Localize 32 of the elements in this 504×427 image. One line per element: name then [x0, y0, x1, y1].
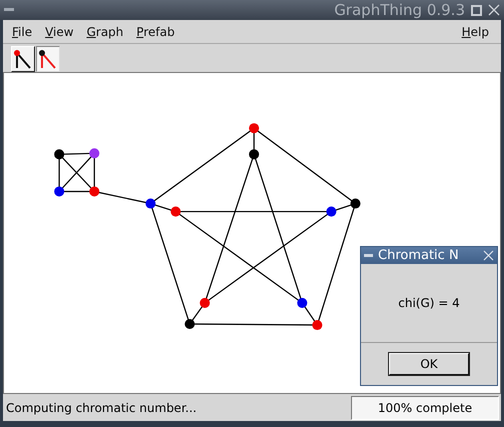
graph-vertex[interactable]	[326, 206, 336, 217]
tool-button[interactable]	[36, 46, 60, 72]
menu-item[interactable]: File	[7, 22, 40, 40]
graph-vertex[interactable]	[312, 320, 322, 330]
graph-vertex[interactable]	[350, 198, 360, 209]
menu-item[interactable]: View	[40, 22, 82, 40]
maximize-icon[interactable]	[471, 4, 482, 16]
ok-button[interactable]: OK	[389, 353, 469, 375]
menu-item[interactable]: Prefab	[131, 22, 183, 40]
minimize-icon[interactable]	[4, 8, 14, 12]
graph-vertex[interactable]	[297, 298, 308, 308]
graph-vertex[interactable]	[89, 186, 100, 196]
graph-vertex[interactable]	[249, 149, 260, 160]
progress-text: 100% complete	[378, 401, 472, 415]
graph-vertex[interactable]	[146, 198, 156, 209]
window-title: GraphThing 0.9.3	[334, 1, 465, 19]
vertex-tool-icon	[14, 49, 32, 69]
graph-vertex[interactable]	[54, 186, 64, 196]
graph-vertex[interactable]	[249, 123, 260, 134]
status-message: Computing chromatic number...	[5, 400, 198, 417]
close-icon[interactable]	[483, 250, 494, 261]
graph-vertex[interactable]	[89, 148, 100, 158]
dialog-message: chi(G) = 4	[398, 296, 460, 310]
graph-vertex[interactable]	[184, 319, 195, 330]
edge-tool-icon	[39, 49, 57, 69]
graph-vertex[interactable]	[200, 298, 210, 308]
dialog-title: Chromatic N	[378, 248, 460, 263]
close-icon[interactable]	[488, 4, 500, 16]
menu-item[interactable]: Graph	[82, 22, 132, 40]
graph-vertex[interactable]	[54, 149, 64, 160]
menu-item[interactable]: Help	[456, 22, 497, 40]
graph-vertex[interactable]	[170, 206, 181, 217]
